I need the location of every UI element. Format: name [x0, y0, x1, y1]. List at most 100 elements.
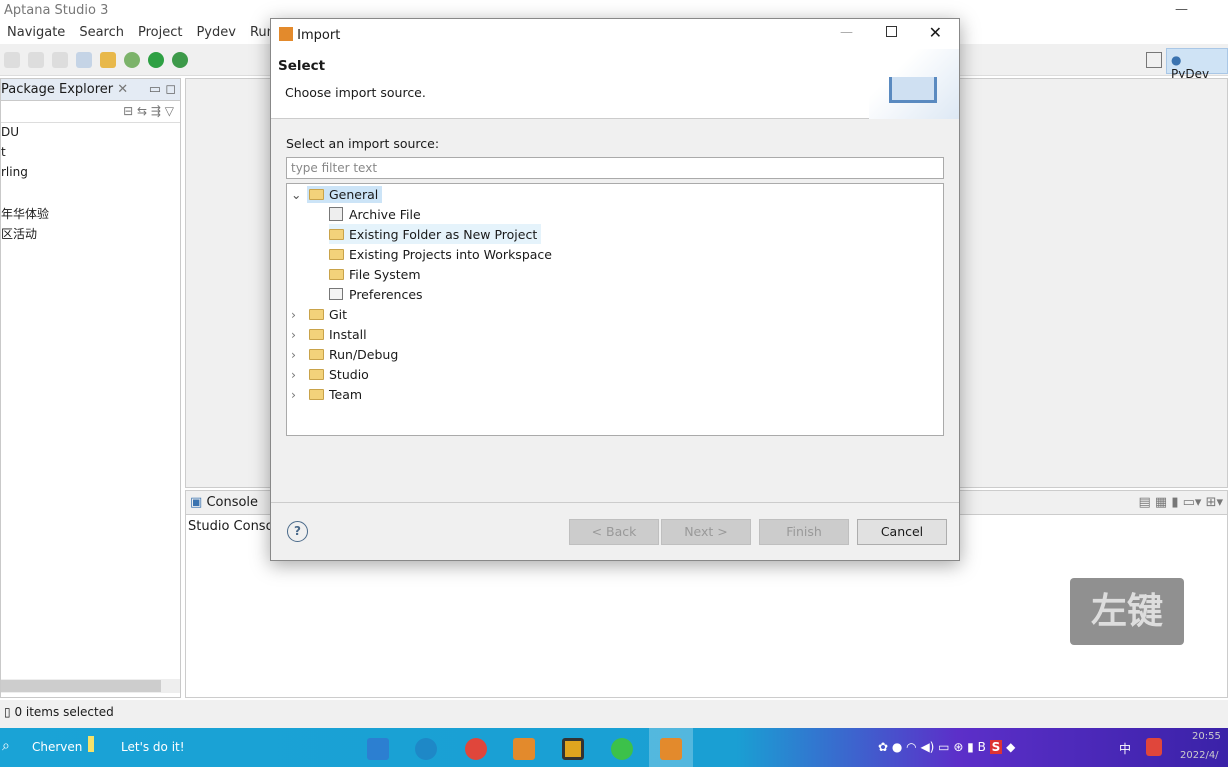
chevron-right-icon[interactable]: › — [291, 347, 309, 362]
new-project-icon[interactable] — [100, 52, 116, 68]
folder-icon — [309, 308, 324, 320]
import-source-tree: ⌄ General Archive File Existing Folder as… — [286, 183, 944, 436]
clock-date[interactable]: 2022/4/ — [1180, 750, 1219, 761]
page-title: Select — [278, 58, 326, 74]
tree-node-install[interactable]: › Install — [291, 324, 367, 344]
edge-icon[interactable] — [415, 738, 437, 760]
search-icon[interactable]: ⌕ — [2, 738, 10, 754]
filter-input[interactable]: type filter text — [286, 157, 944, 179]
chevron-right-icon[interactable]: › — [291, 307, 309, 322]
list-item[interactable]: rling — [1, 163, 180, 183]
node-label: Preferences — [349, 286, 423, 302]
node-label: Existing Folder as New Project — [349, 226, 538, 242]
aptana-icon[interactable] — [513, 738, 535, 760]
list-item[interactable]: t — [1, 143, 180, 163]
node-label: Install — [329, 326, 367, 342]
node-label: File System — [349, 266, 421, 282]
debug-icon[interactable] — [124, 52, 140, 68]
tree-node-file-system[interactable]: File System — [329, 264, 421, 284]
folder-open-icon — [329, 248, 344, 260]
tree-node-team[interactable]: › Team — [291, 384, 362, 404]
menu-navigate[interactable]: Navigate — [0, 22, 72, 43]
maximize-icon[interactable]: ▭ ◻ — [149, 82, 176, 97]
dialog-title: Import — [297, 28, 341, 43]
divider — [271, 502, 959, 503]
menu-pydev[interactable]: Pydev — [189, 22, 242, 43]
save-all-icon[interactable] — [28, 52, 44, 68]
cancel-button[interactable]: Cancel — [857, 519, 947, 545]
package-explorer-panel: Package Explorer ✕ ▭ ◻ ⊟ ⇆ ⇶ ▽ DU t rling… — [0, 78, 181, 698]
run-icon[interactable] — [148, 52, 164, 68]
node-label: Team — [329, 386, 363, 402]
folder-open-icon — [309, 188, 324, 200]
list-item[interactable]: 区活动 — [1, 223, 180, 243]
chevron-right-icon[interactable]: › — [291, 387, 309, 402]
minimize-button[interactable]: — — [840, 25, 853, 40]
chevron-down-icon[interactable]: ⌄ — [291, 187, 307, 202]
aptana-active-taskbar-item[interactable] — [649, 728, 693, 767]
horizontal-scrollbar[interactable] — [1, 679, 180, 693]
chevron-right-icon[interactable]: › — [291, 367, 309, 382]
tree-node-existing-folder[interactable]: Existing Folder as New Project — [329, 224, 542, 244]
open-perspective-icon[interactable] — [1146, 52, 1162, 68]
list-item[interactable]: 年华体验 — [1, 203, 180, 223]
node-label: Git — [329, 306, 348, 322]
node-label: Archive File — [349, 206, 421, 222]
view-menu-icon[interactable]: ⊟ ⇆ ⇶ ▽ — [123, 104, 174, 118]
back-button[interactable]: < Back — [569, 519, 659, 545]
tree-node-preferences[interactable]: Preferences — [329, 284, 423, 304]
minimize-button[interactable]: — — [1175, 2, 1188, 17]
taskbar: ⌕ Cherven Let's do it! ✿ ● ◠ ◀) ▭ ⊛ ▮ B … — [0, 728, 1228, 767]
perspective-pydev[interactable]: ● PyDev — [1166, 48, 1228, 81]
aptana-icon — [279, 27, 293, 41]
status-icon: ▯ — [4, 705, 11, 719]
note-icon — [88, 736, 94, 752]
tab-package-explorer[interactable]: Package Explorer ✕ ▭ ◻ — [1, 79, 180, 101]
next-button[interactable]: Next > — [661, 519, 751, 545]
system-tray-icons[interactable]: ✿ ● ◠ ◀) ▭ ⊛ ▮ B S ◆ — [878, 740, 1015, 754]
dialog-title-bar: Import — ✕ — [271, 19, 959, 49]
help-icon[interactable]: ? — [287, 521, 308, 542]
tree-node-archive-file[interactable]: Archive File — [329, 204, 421, 224]
dialog-banner: Select Choose import source. — [271, 49, 959, 119]
ime-indicator[interactable]: 中 — [1119, 740, 1131, 757]
chevron-right-icon[interactable]: › — [291, 327, 309, 342]
tree-node-studio[interactable]: › Studio — [291, 364, 369, 384]
tab-label: Console — [206, 495, 259, 510]
menu-search[interactable]: Search — [72, 22, 131, 43]
finish-button[interactable]: Finish — [759, 519, 849, 545]
app-title: Aptana Studio 3 — [4, 3, 109, 18]
chrome-icon[interactable] — [465, 738, 487, 760]
tree-node-run-debug[interactable]: › Run/Debug — [291, 344, 398, 364]
binary-icon[interactable] — [76, 52, 92, 68]
status-bar: ▯ 0 items selected — [0, 700, 1228, 728]
tree-node-git[interactable]: › Git — [291, 304, 347, 324]
maximize-button[interactable] — [886, 26, 897, 37]
menu-project[interactable]: Project — [131, 22, 189, 43]
folder-icon — [309, 348, 324, 360]
folder-icon — [309, 368, 324, 380]
console-toolbar-icons[interactable]: ▤ ▦ ▮ ▭▾ ⊞▾ — [1139, 495, 1223, 510]
status-text: 0 items selected — [14, 705, 114, 719]
page-description: Choose import source. — [285, 85, 426, 100]
app-icon[interactable] — [562, 738, 584, 760]
list-item[interactable] — [1, 183, 180, 203]
import-dialog: Import — ✕ Select Choose import source. … — [270, 18, 960, 561]
list-item[interactable]: DU — [1, 123, 180, 143]
clock-time[interactable]: 20:55 — [1192, 731, 1221, 742]
tree-node-general[interactable]: ⌄ General — [291, 184, 383, 204]
mail-icon[interactable] — [367, 738, 389, 760]
node-label: Run/Debug — [329, 346, 399, 362]
wechat-icon[interactable] — [611, 738, 633, 760]
tree-node-existing-projects[interactable]: Existing Projects into Workspace — [329, 244, 552, 264]
taskbar-motto: Let's do it! — [121, 740, 185, 754]
save-icon[interactable] — [4, 52, 20, 68]
sogou-icon[interactable] — [1146, 738, 1162, 756]
close-icon[interactable]: ✕ — [117, 82, 128, 97]
external-tools-icon[interactable] — [172, 52, 188, 68]
print-icon[interactable] — [52, 52, 68, 68]
close-button[interactable]: ✕ — [929, 23, 942, 42]
console-icon: ▣ — [190, 495, 203, 510]
explorer-toolbar: ⊟ ⇆ ⇶ ▽ — [1, 101, 180, 123]
folder-icon — [329, 268, 344, 280]
